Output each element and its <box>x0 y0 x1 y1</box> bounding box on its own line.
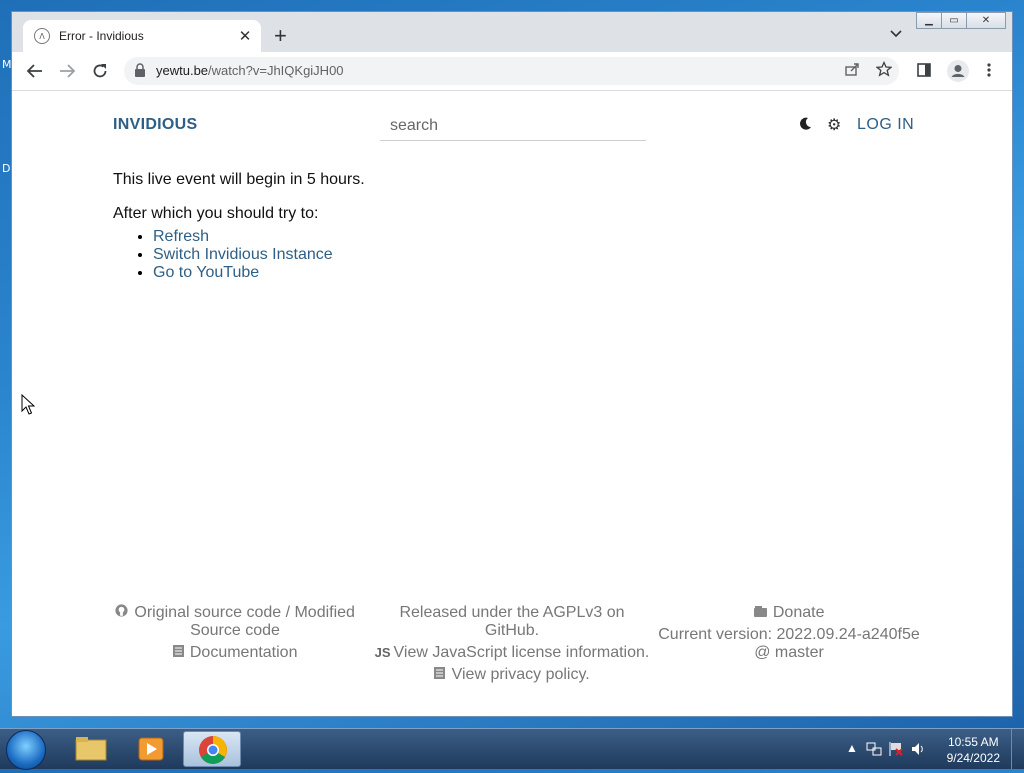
go-to-youtube-link[interactable]: Go to YouTube <box>153 264 259 281</box>
share-icon[interactable] <box>844 61 860 82</box>
tab-error-invidious[interactable]: Λ Error - Invidious ✕ <box>23 20 261 52</box>
footer-col-donate: Donate Current version: 2022.09.24-a240f… <box>654 604 924 666</box>
show-desktop-button[interactable] <box>1011 729 1024 769</box>
privacy-policy-link[interactable]: View privacy policy. <box>452 666 590 683</box>
gear-icon[interactable]: ⚙ <box>827 115 841 135</box>
donate-link[interactable]: Donate <box>773 604 825 621</box>
license-text: Released under the AGPLv3 on <box>399 604 625 621</box>
tab-search-chevron-icon[interactable] <box>890 26 902 41</box>
footer-col-license: Released under the AGPLv3 on GitHub. JS V… <box>367 604 657 688</box>
lock-icon[interactable] <box>134 63 146 77</box>
tab-title: Error - Invidious <box>59 29 144 43</box>
source-code-link[interactable]: Original source code / Modified <box>134 604 355 621</box>
footer-col-source: Original source code / Modified Source c… <box>105 604 365 666</box>
search-input[interactable] <box>380 111 646 141</box>
source-code-link-2[interactable]: Source code <box>105 622 365 640</box>
url-text[interactable]: yewtu.be/watch?v=JhIQKgiJH00 <box>156 63 344 78</box>
list-item: Go to YouTube <box>153 264 333 282</box>
clock[interactable]: 10:55 AM 9/24/2022 <box>947 734 1000 766</box>
taskbar-chrome-button[interactable] <box>183 731 241 767</box>
javascript-icon: JS <box>374 645 391 660</box>
close-tab-icon[interactable]: ✕ <box>235 27 255 45</box>
taskbar-media-player-button[interactable] <box>122 731 180 767</box>
js-license-link[interactable]: View JavaScript license information. <box>394 644 650 661</box>
tray-expand-icon[interactable]: ▲ <box>846 741 858 755</box>
profile-icon[interactable] <box>947 60 969 86</box>
action-center-icon[interactable] <box>888 741 904 760</box>
side-panel-icon[interactable] <box>916 62 932 82</box>
back-arrow-icon[interactable] <box>26 62 44 84</box>
media-player-icon <box>138 737 164 761</box>
chrome-icon <box>199 736 227 764</box>
moon-icon[interactable] <box>800 117 812 135</box>
start-button[interactable] <box>6 730 46 770</box>
tab-strip: Λ Error - Invidious ✕ + <box>12 12 1012 52</box>
mouse-cursor-icon <box>21 394 35 415</box>
invidious-home-link[interactable]: INVIDIOUS <box>113 116 198 134</box>
documentation-link[interactable]: Documentation <box>190 644 298 661</box>
taskbar-explorer-button[interactable] <box>62 731 120 767</box>
new-tab-icon[interactable]: + <box>274 25 287 47</box>
options-list: Refresh Switch Invidious Instance Go to … <box>113 228 333 282</box>
wallet-icon <box>753 606 770 620</box>
refresh-link[interactable]: Refresh <box>153 228 209 245</box>
volume-icon[interactable] <box>910 741 926 760</box>
list-item: Refresh <box>153 228 333 246</box>
kebab-menu-icon[interactable] <box>986 62 992 82</box>
current-version-text: Current version: 2022.09.24-a240f5e <box>658 626 920 643</box>
forward-arrow-icon[interactable] <box>58 62 76 84</box>
clock-time: 10:55 AM <box>947 735 999 749</box>
list-item: Switch Invidious Instance <box>153 246 333 264</box>
login-link[interactable]: LOG IN <box>857 116 914 134</box>
close-window-button[interactable]: ✕ <box>966 12 1006 29</box>
folder-icon <box>75 737 107 761</box>
invidious-favicon-icon: Λ <box>34 28 50 44</box>
desktop-label-d: D <box>2 162 11 175</box>
minimize-button[interactable]: ▁ <box>916 12 942 29</box>
reload-icon[interactable] <box>91 62 109 84</box>
document-icon <box>172 645 187 660</box>
taskbar: ▲ 10:55 AM 9/24/2022 <box>0 728 1024 770</box>
browser-toolbar: yewtu.be/watch?v=JhIQKgiJH00 <box>12 52 1012 91</box>
switch-instance-link[interactable]: Switch Invidious Instance <box>153 246 333 263</box>
clock-date: 9/24/2022 <box>946 751 1000 765</box>
browser-window: Λ Error - Invidious ✕ + ▁ ▭ ✕ yewtu.be/w… <box>11 11 1013 717</box>
github-link[interactable]: GitHub. <box>367 622 657 640</box>
window-controls: ▁ ▭ ✕ <box>916 12 1006 29</box>
bookmark-star-icon[interactable] <box>875 60 893 82</box>
address-bar[interactable]: yewtu.be/watch?v=JhIQKgiJH00 <box>124 57 899 85</box>
github-icon <box>115 604 131 620</box>
live-event-message: This live event will begin in 5 hours. <box>113 171 365 188</box>
branch-text: @ master <box>754 644 824 661</box>
document-icon <box>434 667 448 682</box>
network-icon[interactable] <box>866 741 882 760</box>
maximize-button[interactable]: ▭ <box>941 12 967 29</box>
instructions-heading: After which you should try to: <box>113 205 319 222</box>
page-content: INVIDIOUS ⚙ LOG IN This live event will … <box>12 91 1012 716</box>
system-tray: ▲ 10:55 AM 9/24/2022 <box>834 729 1024 769</box>
